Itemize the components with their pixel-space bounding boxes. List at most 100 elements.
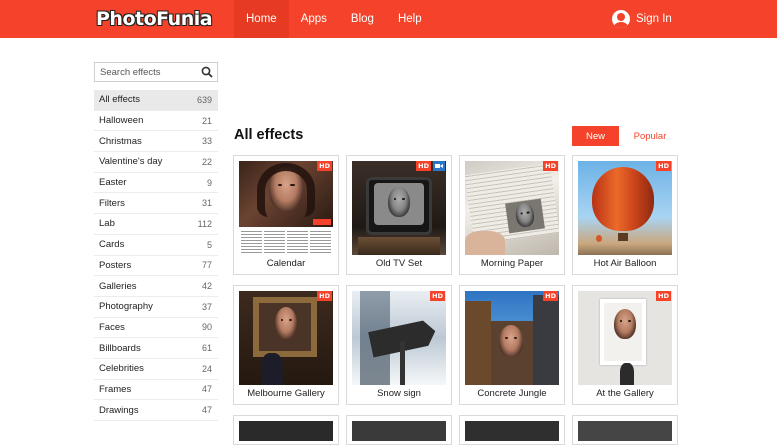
hd-badge: HD bbox=[656, 291, 671, 301]
effect-card-partial[interactable] bbox=[346, 415, 452, 445]
hd-badge: HD bbox=[543, 161, 558, 171]
category-item-celebrities[interactable]: Celebrities 24 bbox=[94, 359, 218, 380]
nav-blog[interactable]: Blog bbox=[339, 0, 386, 38]
effect-card-partial[interactable] bbox=[233, 415, 339, 445]
hd-badge: HD bbox=[543, 291, 558, 301]
effect-thumbnail[interactable] bbox=[239, 421, 333, 441]
category-item-photography[interactable]: Photography 37 bbox=[94, 297, 218, 318]
category-count: 90 bbox=[201, 322, 212, 333]
effect-thumbnail[interactable] bbox=[352, 291, 446, 385]
category-item-galleries[interactable]: Galleries 42 bbox=[94, 276, 218, 297]
nav-apps[interactable]: Apps bbox=[289, 0, 339, 38]
effect-thumbnail[interactable] bbox=[465, 291, 559, 385]
category-count: 21 bbox=[201, 115, 212, 126]
effect-thumbnail[interactable] bbox=[352, 421, 446, 441]
effect-thumbnail[interactable] bbox=[239, 161, 333, 255]
category-item-faces[interactable]: Faces 90 bbox=[94, 318, 218, 339]
category-item-posters[interactable]: Posters 77 bbox=[94, 256, 218, 277]
category-item-halloween[interactable]: Halloween 21 bbox=[94, 111, 218, 132]
logo-text[interactable]: PhotoFunia bbox=[96, 8, 213, 30]
hd-badge: HD bbox=[416, 161, 431, 171]
category-count: 61 bbox=[201, 343, 212, 354]
sort-new-button[interactable]: New bbox=[572, 126, 619, 146]
category-count: 24 bbox=[201, 363, 212, 374]
category-label: All effects bbox=[99, 94, 141, 106]
category-item-billboards[interactable]: Billboards 61 bbox=[94, 338, 218, 359]
category-label: Galleries bbox=[99, 280, 137, 292]
effect-thumbnail[interactable] bbox=[578, 421, 672, 441]
category-count: 77 bbox=[201, 260, 212, 271]
category-label: Frames bbox=[99, 383, 132, 395]
effect-card-at-the-gallery[interactable]: HD At the Gallery bbox=[572, 285, 678, 405]
effect-label[interactable]: Hot Air Balloon bbox=[573, 258, 677, 269]
effect-card-partial[interactable] bbox=[572, 415, 678, 445]
effect-thumbnail[interactable] bbox=[465, 161, 559, 255]
category-label: Halloween bbox=[99, 115, 144, 127]
user-icon bbox=[612, 10, 630, 28]
effect-thumbnail[interactable] bbox=[578, 291, 672, 385]
effect-label[interactable]: Old TV Set bbox=[347, 258, 451, 269]
category-item-frames[interactable]: Frames 47 bbox=[94, 380, 218, 401]
hd-badge: HD bbox=[430, 291, 445, 301]
category-label: Photography bbox=[99, 301, 153, 313]
effect-thumbnail[interactable] bbox=[352, 161, 446, 255]
hd-badge: HD bbox=[317, 291, 332, 301]
category-count: 639 bbox=[196, 94, 212, 105]
sort-popular-button[interactable]: Popular bbox=[626, 126, 674, 146]
effect-card-partial[interactable] bbox=[459, 415, 565, 445]
main-nav: Home Apps Blog Help bbox=[234, 0, 434, 38]
effect-thumbnail[interactable] bbox=[239, 291, 333, 385]
nav-home[interactable]: Home bbox=[234, 0, 289, 38]
page-title: All effects bbox=[234, 127, 304, 143]
effect-thumbnail[interactable] bbox=[465, 421, 559, 441]
category-item-valentines-day[interactable]: Valentine's day 22 bbox=[94, 152, 218, 173]
photofunia-logo[interactable]: PhotoFunia bbox=[96, 6, 213, 31]
effect-label[interactable]: Snow sign bbox=[347, 388, 451, 399]
effect-card-calendar[interactable]: HD Calendar bbox=[233, 155, 339, 275]
category-item-cards[interactable]: Cards 5 bbox=[94, 235, 218, 256]
effect-card-melbourne-gallery[interactable]: HD Melbourne Gallery bbox=[233, 285, 339, 405]
sign-in-label[interactable]: Sign In bbox=[636, 13, 672, 25]
search-input[interactable] bbox=[95, 63, 199, 81]
category-count: 37 bbox=[201, 301, 212, 312]
effect-thumbnail[interactable] bbox=[578, 161, 672, 255]
effect-card-concrete-jungle[interactable]: HD Concrete Jungle bbox=[459, 285, 565, 405]
category-label: Valentine's day bbox=[99, 156, 163, 168]
category-label: Billboards bbox=[99, 342, 141, 354]
category-item-easter[interactable]: Easter 9 bbox=[94, 173, 218, 194]
balloon-art bbox=[606, 187, 642, 205]
effect-label[interactable]: Concrete Jungle bbox=[460, 388, 564, 399]
category-item-lab[interactable]: Lab 112 bbox=[94, 214, 218, 235]
search-box bbox=[94, 62, 218, 82]
effect-label[interactable]: Morning Paper bbox=[460, 258, 564, 269]
sign-in-link[interactable]: Sign In bbox=[612, 9, 672, 29]
category-count: 31 bbox=[201, 198, 212, 209]
hd-badge: HD bbox=[656, 161, 671, 171]
category-count: 22 bbox=[201, 156, 212, 167]
effect-card-morning-paper[interactable]: HD Morning Paper bbox=[459, 155, 565, 275]
category-label: Drawings bbox=[99, 404, 139, 416]
hd-badge: HD bbox=[317, 161, 332, 171]
effect-card-hot-air-balloon[interactable]: HD Hot Air Balloon bbox=[572, 155, 678, 275]
category-item-drawings[interactable]: Drawings 47 bbox=[94, 400, 218, 421]
category-count: 5 bbox=[206, 239, 212, 250]
effect-label[interactable]: Calendar bbox=[234, 258, 338, 269]
category-count: 47 bbox=[201, 405, 212, 416]
category-label: Easter bbox=[99, 177, 127, 189]
search-icon[interactable] bbox=[201, 66, 213, 78]
top-navbar: PhotoFunia Home Apps Blog Help Sign In bbox=[0, 0, 777, 38]
category-label: Lab bbox=[99, 218, 115, 230]
category-list: All effects 639 Halloween 21 Christmas 33 V… bbox=[94, 90, 218, 421]
effect-label[interactable]: At the Gallery bbox=[573, 388, 677, 399]
nav-help[interactable]: Help bbox=[386, 0, 434, 38]
category-count: 42 bbox=[201, 281, 212, 292]
effect-card-old-tv-set[interactable]: HD Old TV Set bbox=[346, 155, 452, 275]
category-label: Faces bbox=[99, 321, 125, 333]
category-count: 33 bbox=[201, 136, 212, 147]
category-label: Posters bbox=[99, 259, 132, 271]
category-item-filters[interactable]: Filters 31 bbox=[94, 193, 218, 215]
category-item-christmas[interactable]: Christmas 33 bbox=[94, 131, 218, 153]
category-item-all-effects[interactable]: All effects 639 bbox=[94, 90, 218, 111]
effect-label[interactable]: Melbourne Gallery bbox=[234, 388, 338, 399]
effect-card-snow-sign[interactable]: HD Snow sign bbox=[346, 285, 452, 405]
